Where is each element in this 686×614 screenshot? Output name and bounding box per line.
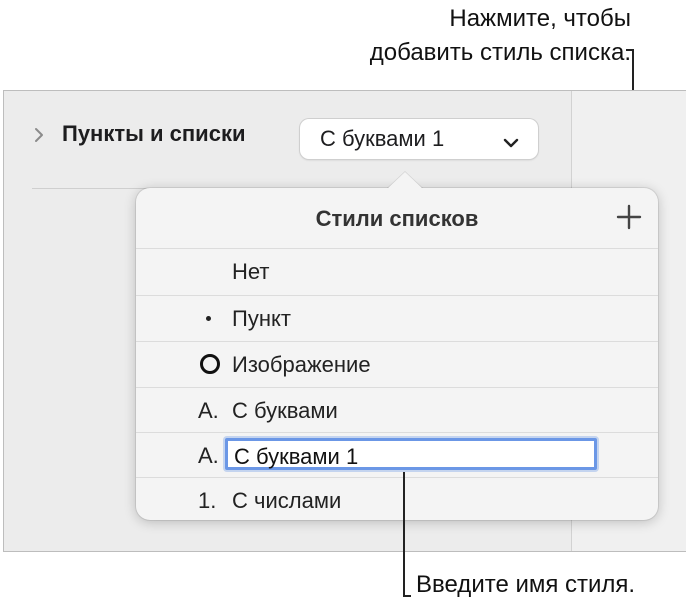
popup-value: С буквами 1 bbox=[320, 126, 445, 151]
name-hint-leader-cap bbox=[403, 595, 411, 597]
name-hint-leader-line bbox=[403, 472, 405, 597]
list-style-row-numbered[interactable]: 1. С числами bbox=[136, 477, 658, 524]
circle-image-marker-icon bbox=[200, 354, 220, 374]
section-label: Пункты и списки bbox=[62, 121, 246, 146]
list-style-row-lettered-1[interactable]: A. С буквами 1 bbox=[136, 432, 658, 479]
list-style-row-bullet[interactable]: Пункт bbox=[136, 295, 658, 342]
add-style-callout: Нажмите, чтобы добавить стиль списка. bbox=[370, 2, 631, 70]
number-marker: 1. bbox=[198, 488, 217, 513]
popover-title: Стили списков bbox=[315, 206, 479, 231]
list-style-row-none[interactable]: Нет bbox=[136, 248, 658, 295]
bullets-lists-header[interactable]: Пункты и списки bbox=[32, 121, 245, 147]
callout-line-2: добавить стиль списка. bbox=[369, 39, 631, 66]
list-style-row-image[interactable]: Изображение bbox=[136, 341, 658, 388]
list-styles-popover: Стили списков Нет Пункт Изображение A. С… bbox=[136, 172, 658, 520]
popover-arrow bbox=[387, 172, 423, 189]
style-name-field[interactable]: С буквами 1 bbox=[225, 438, 597, 470]
list-style-label: С буквами bbox=[232, 398, 338, 423]
list-style-label: Нет bbox=[232, 259, 270, 284]
callout-line-1: Нажмите, чтобы bbox=[449, 5, 631, 32]
list-style-label: Пункт bbox=[232, 306, 291, 331]
list-style-popup-button[interactable]: С буквами 1 bbox=[300, 119, 538, 159]
bullet-marker-icon bbox=[206, 316, 211, 321]
letter-marker: A. bbox=[198, 443, 219, 468]
plus-icon bbox=[616, 204, 642, 230]
name-hint-callout: Введите имя стиля. bbox=[416, 571, 636, 598]
chevron-right-icon[interactable] bbox=[32, 126, 48, 142]
list-style-label: Изображение bbox=[232, 352, 371, 377]
chevron-down-icon bbox=[502, 131, 520, 157]
list-style-row-lettered[interactable]: A. С буквами bbox=[136, 387, 658, 434]
letter-marker: A. bbox=[198, 398, 219, 423]
list-style-label: С числами bbox=[232, 488, 342, 513]
add-style-button[interactable] bbox=[614, 202, 644, 232]
